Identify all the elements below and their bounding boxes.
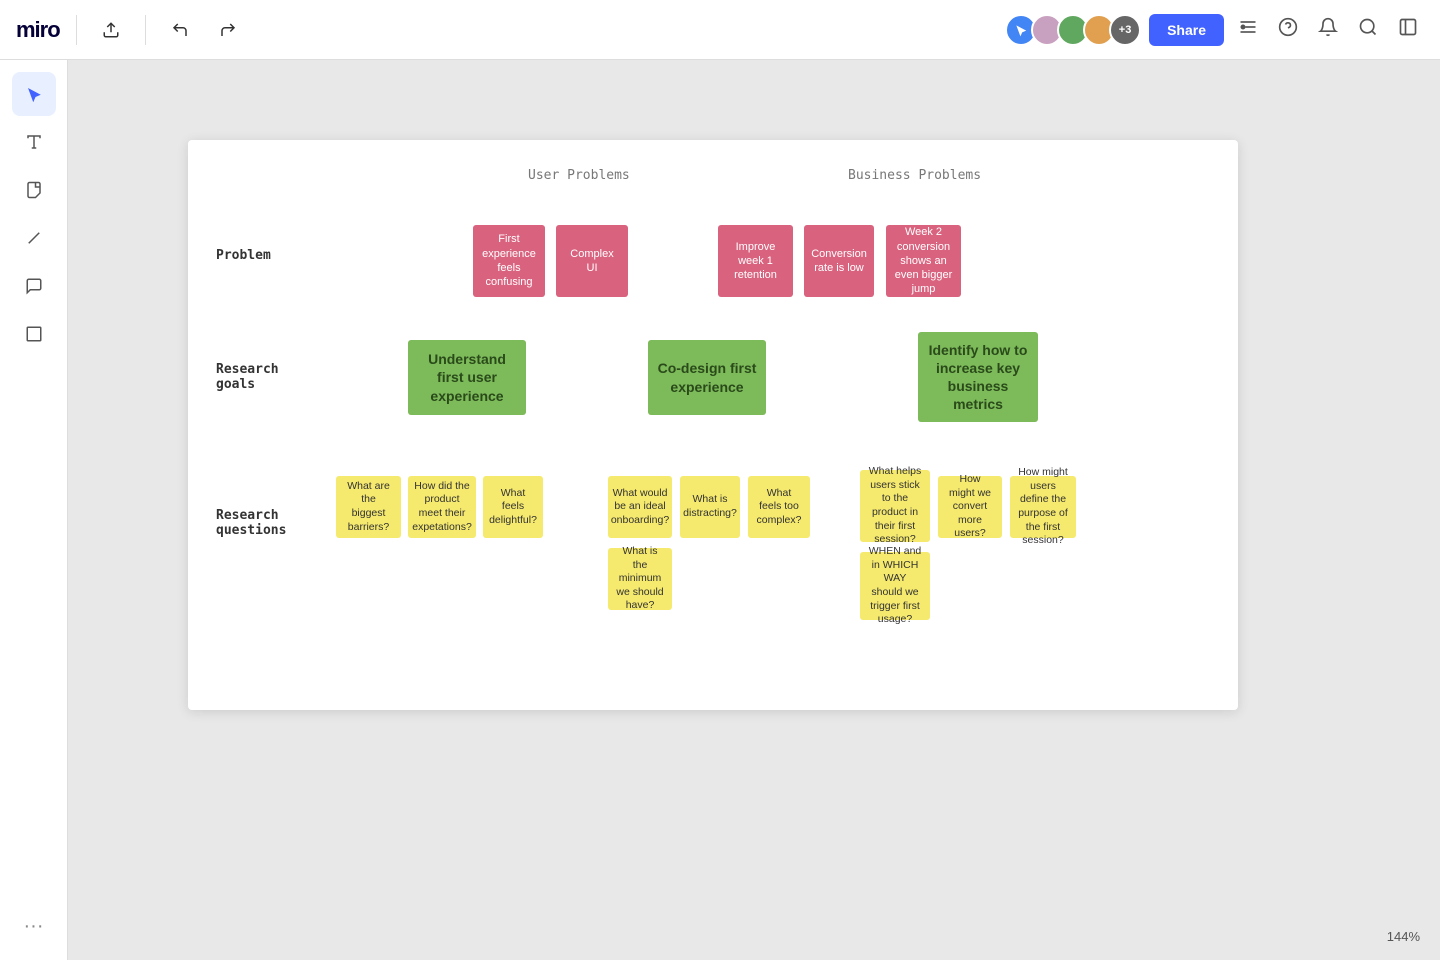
sticky-ideal-onboarding[interactable]: What would be an ideal onboarding? xyxy=(608,476,672,538)
business-problems-header: Business Problems xyxy=(848,168,981,183)
divider-1 xyxy=(76,15,77,45)
sticky-delightful[interactable]: What feels delightful? xyxy=(483,476,543,538)
help-icon[interactable] xyxy=(1272,11,1304,49)
sticky-convert-users[interactable]: How might we convert more users? xyxy=(938,476,1002,538)
topbar-right: +3 Share xyxy=(1005,11,1424,49)
zoom-indicator: 144% xyxy=(1387,929,1420,944)
share-button[interactable]: Share xyxy=(1149,14,1224,46)
tool-frame[interactable] xyxy=(12,312,56,356)
panel-icon[interactable] xyxy=(1392,11,1424,49)
sticky-biggest-barriers[interactable]: What are the biggest barriers? xyxy=(336,476,401,538)
sidebar: ··· xyxy=(0,60,68,960)
sticky-codesign[interactable]: Co-design first experience xyxy=(648,340,766,415)
sticky-product-expetations[interactable]: How did the product meet their expetatio… xyxy=(408,476,476,538)
avatar-group: +3 xyxy=(1005,14,1141,46)
settings-icon[interactable] xyxy=(1232,11,1264,49)
tool-sticky[interactable] xyxy=(12,168,56,212)
topbar: miro +3 Share xyxy=(0,0,1440,60)
sticky-when-which-way[interactable]: WHEN and in WHICH WAY should we trigger … xyxy=(860,552,930,620)
tool-text[interactable] xyxy=(12,120,56,164)
upload-button[interactable] xyxy=(93,12,129,48)
sticky-too-complex[interactable]: What feels too complex? xyxy=(748,476,810,538)
sticky-understand-ux[interactable]: Understand first user experience xyxy=(408,340,526,415)
sticky-conversion-rate[interactable]: Conversion rate is low xyxy=(804,225,874,297)
sticky-complex-ui[interactable]: Complex UI xyxy=(556,225,628,297)
sticky-users-stick[interactable]: What helps users stick to the product in… xyxy=(860,470,930,542)
board-frame: User Problems Business Problems Problem … xyxy=(188,140,1238,710)
user-problems-header: User Problems xyxy=(528,168,630,183)
search-icon[interactable] xyxy=(1352,11,1384,49)
undo-icon xyxy=(171,21,189,39)
upload-icon xyxy=(102,21,120,39)
tool-comment[interactable] xyxy=(12,264,56,308)
notification-icon[interactable] xyxy=(1312,11,1344,49)
undo-button[interactable] xyxy=(162,12,198,48)
sticky-week2-conversion[interactable]: Week 2 conversion shows an even bigger j… xyxy=(886,225,961,297)
tool-cursor[interactable] xyxy=(12,72,56,116)
sticky-first-experience[interactable]: First experience feels confusing xyxy=(473,225,545,297)
canvas: User Problems Business Problems Problem … xyxy=(68,60,1440,960)
avatar-more: +3 xyxy=(1109,14,1141,46)
redo-button[interactable] xyxy=(210,12,246,48)
tool-more[interactable]: ··· xyxy=(12,904,56,948)
divider-2 xyxy=(145,15,146,45)
tool-line[interactable] xyxy=(12,216,56,260)
problem-label: Problem xyxy=(216,248,271,263)
sticky-identify-metrics[interactable]: Identify how to increase key business me… xyxy=(918,332,1038,422)
sticky-distracting[interactable]: What is distracting? xyxy=(680,476,740,538)
sticky-improve-retention[interactable]: Improve week 1 retention xyxy=(718,225,793,297)
logo[interactable]: miro xyxy=(16,17,60,43)
topbar-left: miro xyxy=(16,12,246,48)
research-goals-label: Research goals xyxy=(216,362,279,392)
sticky-minimum[interactable]: What is the minimum we should have? xyxy=(608,548,672,610)
research-questions-label: Research questions xyxy=(216,508,286,538)
sticky-define-purpose[interactable]: How might users define the purpose of th… xyxy=(1010,476,1076,538)
redo-icon xyxy=(219,21,237,39)
